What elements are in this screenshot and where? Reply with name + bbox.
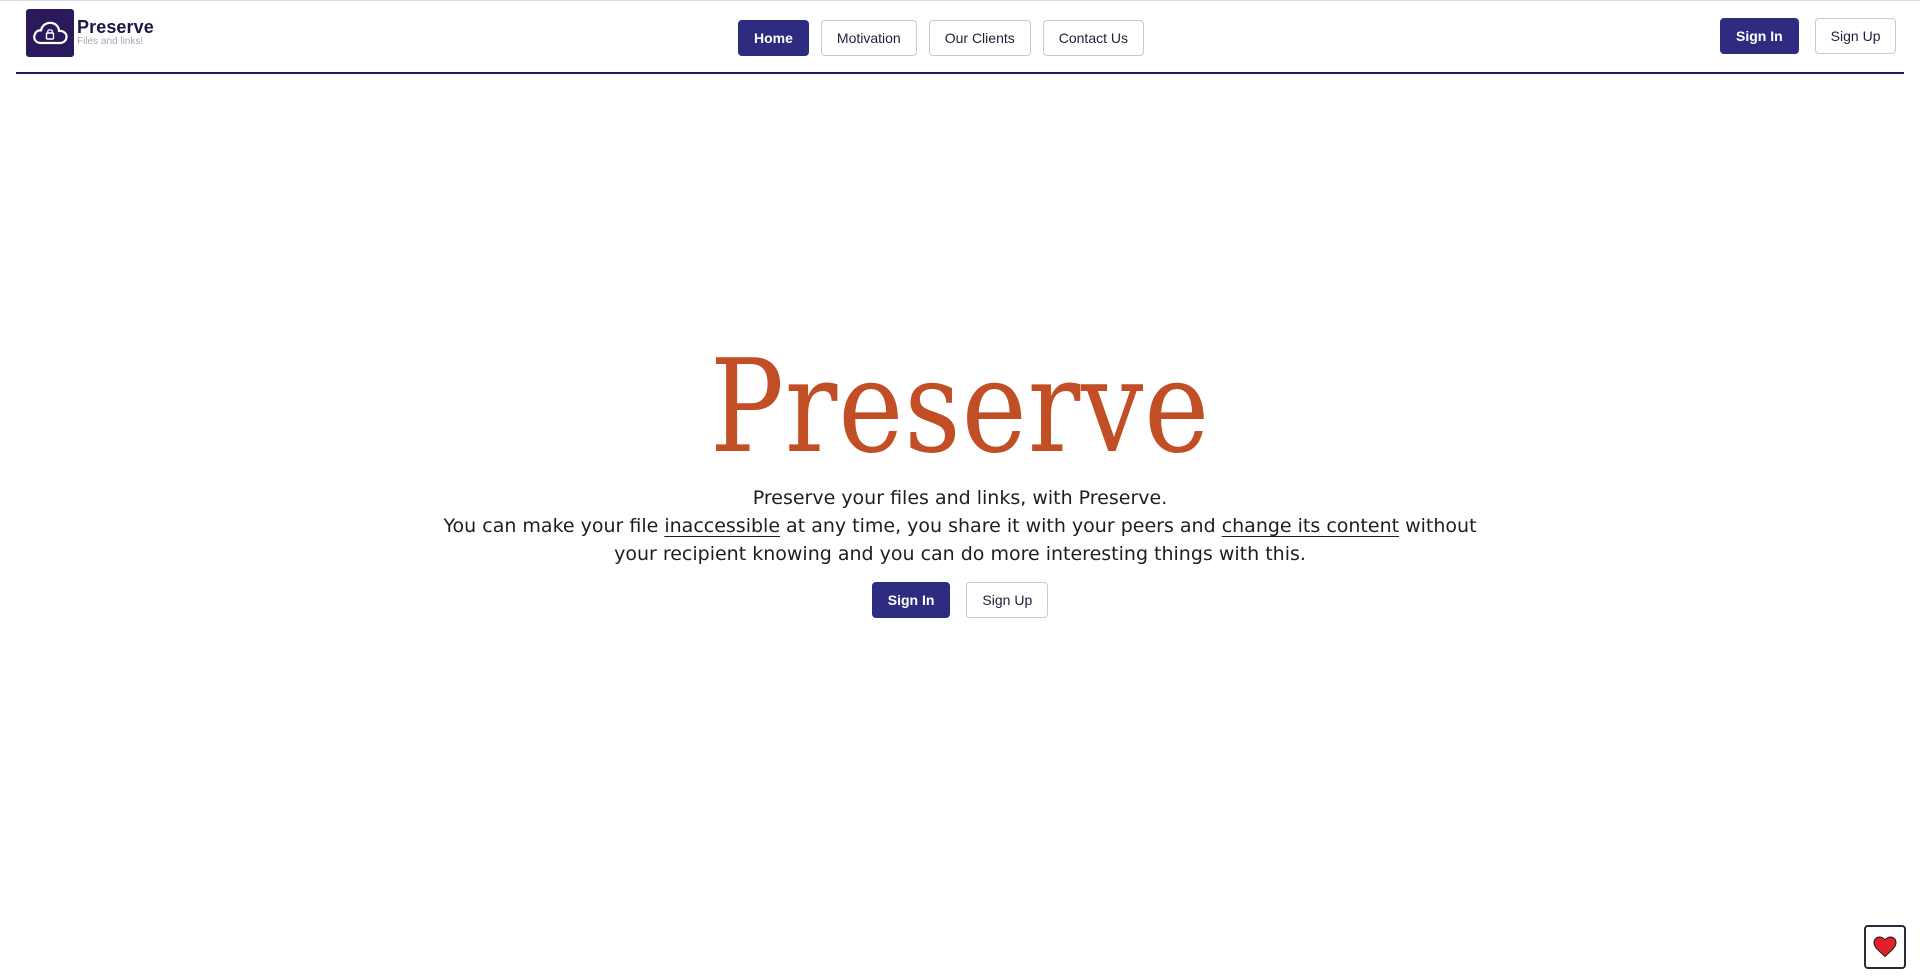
hero-line-2-part-3: without: [1399, 515, 1477, 537]
hero-description: Preserve your files and links, with Pres…: [0, 484, 1920, 568]
change-content-link[interactable]: change its content: [1222, 515, 1399, 537]
site-header: Preserve Files and links! Home Motivatio…: [16, 0, 1904, 74]
brand-tagline: Files and links!: [77, 36, 144, 47]
cloud-icon: [33, 21, 68, 45]
brand[interactable]: Preserve Files and links!: [26, 9, 154, 57]
brand-name: Preserve: [77, 17, 154, 37]
header-sign-in-button[interactable]: Sign In: [1720, 18, 1799, 54]
header-auth: Sign In Sign Up: [1720, 18, 1897, 54]
main-nav: Home Motivation Our Clients Contact Us: [738, 20, 1144, 56]
hero-line-2-part-2: at any time, you share it with your peer…: [780, 515, 1222, 537]
inaccessible-link[interactable]: inaccessible: [664, 515, 780, 537]
landing-page: Preserve Files and links! Home Motivatio…: [0, 0, 1920, 978]
hero-title: Preserve: [709, 333, 1211, 482]
heart-icon: [1873, 936, 1897, 958]
nav-our-clients-button[interactable]: Our Clients: [928, 20, 1031, 56]
logo: [26, 9, 74, 57]
hero-line-1: Preserve your files and links, with Pres…: [752, 487, 1168, 509]
header-sign-up-button[interactable]: Sign Up: [1814, 18, 1897, 54]
hero-line-3: your recipient knowing and you can do mo…: [614, 543, 1306, 565]
hero-line-2-part-1: You can make your file: [443, 515, 665, 537]
hero: Preserve Preserve your files and links, …: [0, 338, 1920, 618]
nav-motivation-button[interactable]: Motivation: [820, 20, 917, 56]
hero-sign-in-button[interactable]: Sign In: [871, 582, 951, 618]
hero-actions: Sign In Sign Up: [0, 582, 1920, 618]
nav-contact-us-button[interactable]: Contact Us: [1042, 20, 1144, 56]
hero-sign-up-button[interactable]: Sign Up: [966, 582, 1049, 618]
nav-home-button[interactable]: Home: [738, 20, 809, 56]
favorite-button[interactable]: [1864, 925, 1906, 969]
